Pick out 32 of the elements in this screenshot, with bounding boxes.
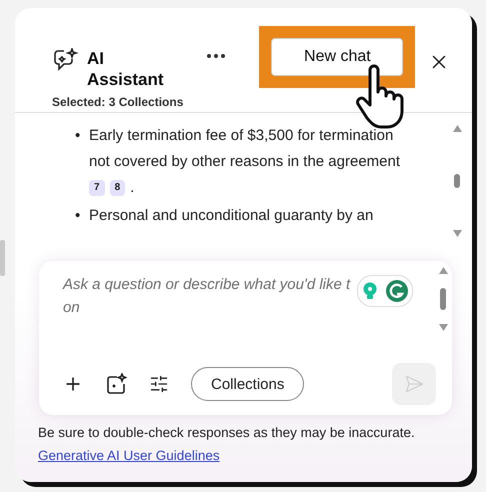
answer-text: Personal and unconditional guaranty by an [89, 206, 374, 226]
g-logo-icon [386, 280, 408, 302]
image-sparkle-icon [105, 373, 127, 395]
sentence-end: . [130, 178, 134, 198]
scrollbar-thumb[interactable] [454, 174, 460, 188]
bulb-icon [362, 282, 376, 300]
chat-sparkle-icon [53, 48, 79, 72]
new-chat-button[interactable]: New chat [271, 38, 404, 76]
answer-text: Early termination fee of $3,500 for termination not covered by other reasons in the agreement [89, 126, 402, 172]
prompt-field[interactable]: Ask a question or describe what you'd like t on [63, 273, 428, 353]
side-handle[interactable] [0, 240, 5, 276]
scroll-down-icon[interactable] [438, 324, 448, 331]
scroll-up-icon[interactable] [452, 125, 462, 132]
scroll-up-icon[interactable] [438, 267, 448, 274]
bullet-mark: • [75, 206, 81, 226]
citation-tag[interactable]: 7 [89, 180, 105, 196]
more-icon[interactable] [207, 54, 226, 58]
send-icon [404, 374, 424, 394]
citation-tag[interactable]: 8 [110, 180, 126, 196]
guidelines-link[interactable]: Generative AI User Guidelines [38, 448, 220, 463]
disclaimer-text: Be sure to double-check responses as they may be inaccurate. [38, 424, 416, 442]
selection-status: Selected: 3 Collections [52, 95, 184, 109]
panel-title: Assistant [87, 69, 164, 90]
writing-assistant-badge[interactable] [357, 275, 413, 307]
bullet-mark: • [75, 126, 81, 146]
scroll-down-icon[interactable] [452, 230, 462, 237]
settings-button[interactable] [149, 374, 169, 394]
sliders-icon [149, 374, 169, 394]
collections-button[interactable]: Collections [191, 367, 304, 401]
panel-title: AI [87, 48, 105, 69]
image-sparkle-button[interactable] [105, 373, 127, 395]
scrollbar-thumb[interactable] [440, 288, 446, 310]
